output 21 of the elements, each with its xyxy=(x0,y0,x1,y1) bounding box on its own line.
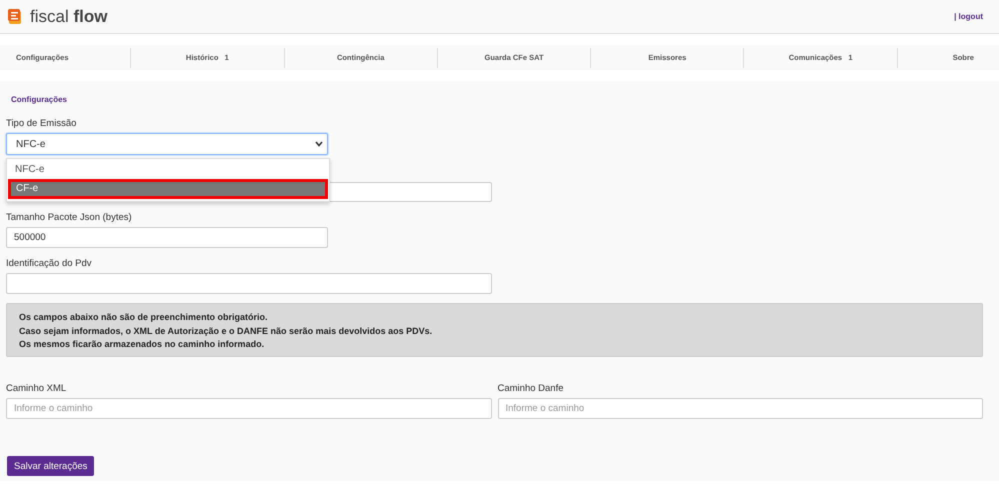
dropdown-option[interactable]: CF-e xyxy=(8,179,328,199)
logo-icon xyxy=(8,8,24,24)
field-label: Tamanho Pacote Json (bytes) xyxy=(6,212,133,223)
field-label: Tipo de Emissão xyxy=(6,118,78,129)
chevron-down-icon xyxy=(315,141,323,147)
notice-text: Caso sejam informados, o XML de Autorização e o DANFE não serão mais devolvidos aos PDVs. xyxy=(19,324,434,338)
type-select[interactable]: NFC-e xyxy=(6,133,328,155)
field-label: Caminho XML xyxy=(6,383,68,394)
input-field[interactable]: 500000 xyxy=(6,227,328,248)
input-field[interactable] xyxy=(6,273,492,294)
notice-text: Os mesmos ficarão armazenados no caminho informado. xyxy=(19,338,266,351)
dropdown-option[interactable]: NFC-e xyxy=(7,161,329,179)
logout-link[interactable]: | logout xyxy=(954,12,983,21)
field-label: Caminho Danfe xyxy=(498,383,565,394)
section-title: Configurações xyxy=(11,95,68,104)
field-label: Identificação do Pdv xyxy=(6,258,93,269)
save-button[interactable]: Salvar alterações xyxy=(7,456,94,476)
input-field[interactable]: Informe o caminho xyxy=(498,398,983,419)
notice-text: Os campos abaixo não são de preenchimento obrigatório. xyxy=(19,311,269,324)
input-field[interactable]: Informe o caminho xyxy=(6,398,492,419)
logo-text: fiscal flow xyxy=(30,6,108,26)
